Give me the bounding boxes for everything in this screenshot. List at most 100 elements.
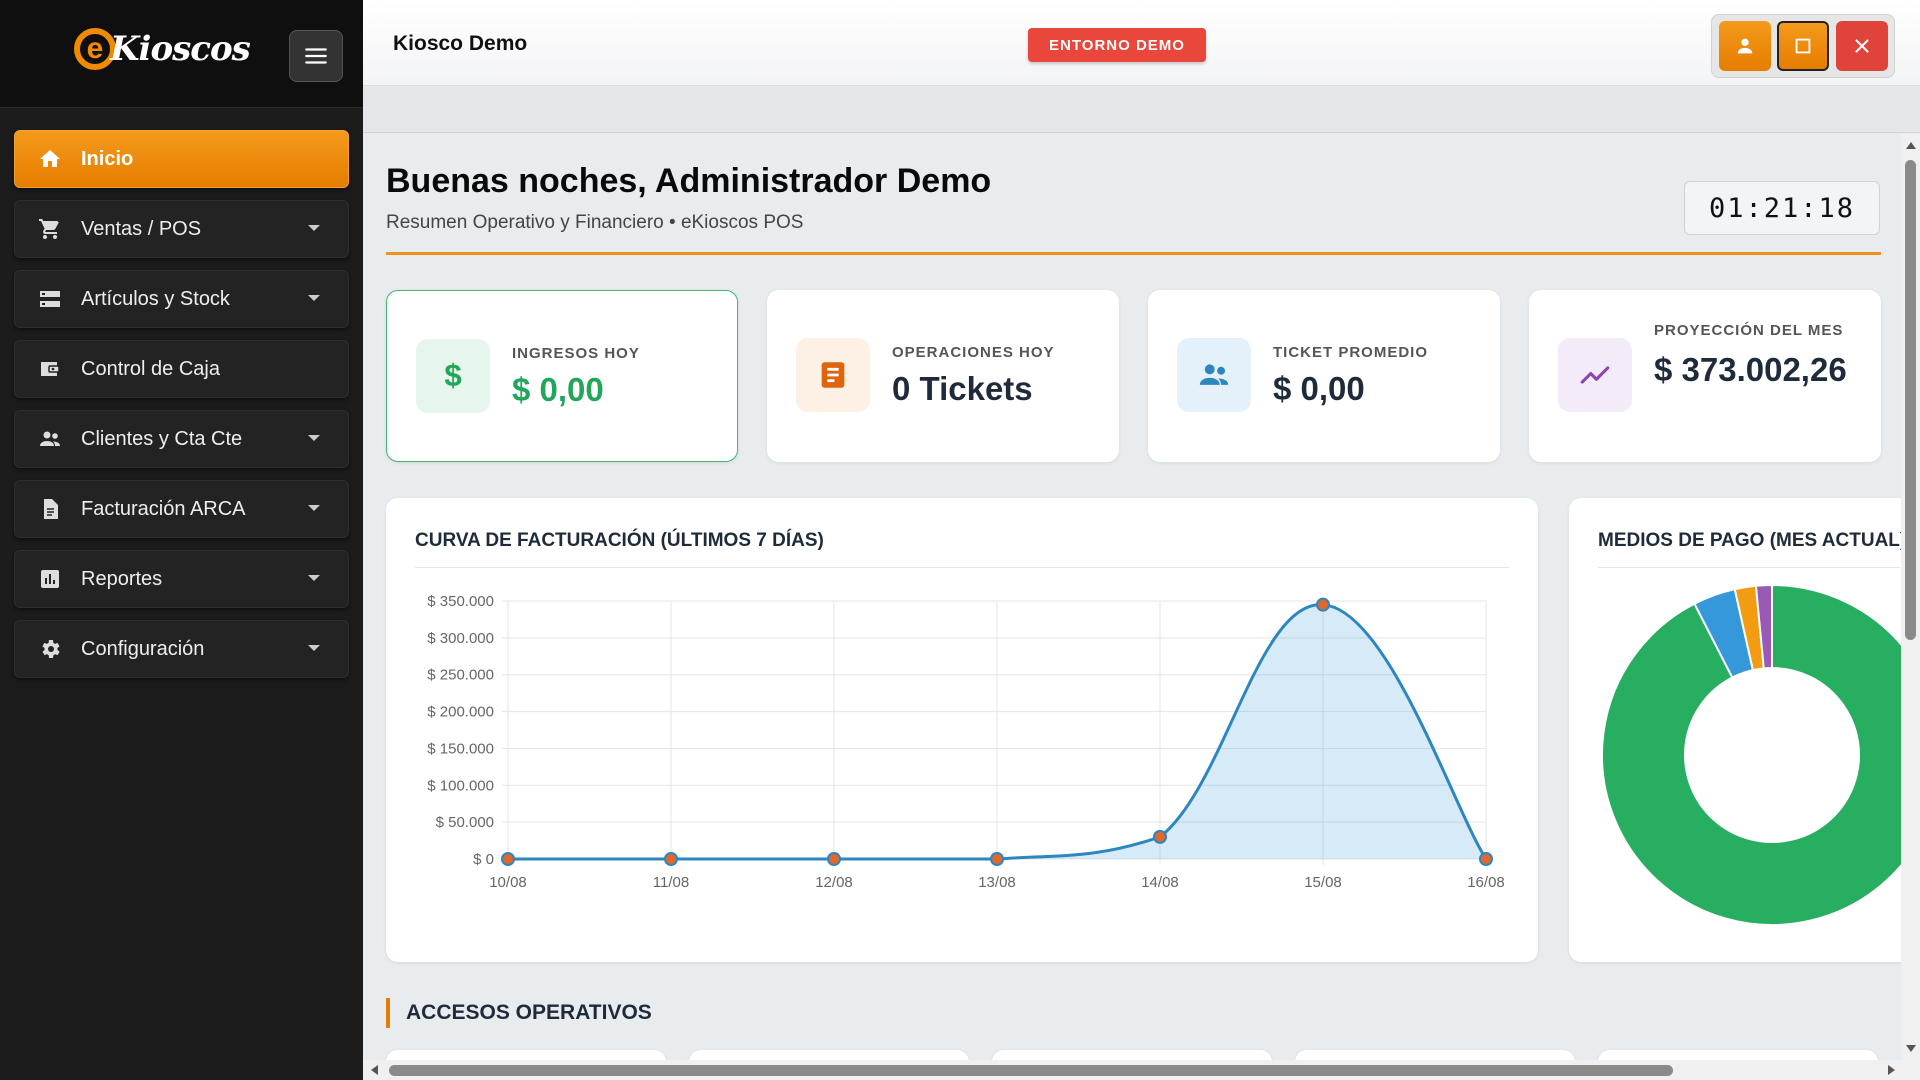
sidebar-item-facturacion[interactable]: Facturación ARCA (14, 480, 349, 538)
maximize-icon (1795, 38, 1811, 54)
access-card[interactable] (689, 1050, 969, 1060)
x-tick-label: 10/08 (489, 874, 527, 891)
section-title-accesos: ACCESOS OPERATIVOS (386, 998, 652, 1028)
sidebar-header: e Kioscos (0, 0, 363, 108)
kpi-value: 0 Tickets (892, 370, 1033, 407)
kpi-value: $ 373.002,26 (1654, 351, 1847, 388)
page-title: Buenas noches, Administrador Demo (386, 162, 992, 200)
sidebar-item-reportes[interactable]: Reportes (14, 550, 349, 608)
x-tick-label: 14/08 (1141, 874, 1179, 891)
store-name: Kiosco Demo (393, 32, 528, 55)
cart-icon (37, 216, 63, 242)
sidebar-item-label: Inicio (81, 147, 134, 170)
gear-icon (37, 636, 63, 662)
main-content: Buenas noches, Administrador Demo Resume… (363, 134, 1901, 1060)
data-point (501, 852, 515, 866)
billing-chart-card: CURVA DE FACTURACIÓN (ÚLTIMOS 7 DÍAS) $ … (386, 498, 1538, 962)
vertical-scrollbar[interactable] (1901, 134, 1920, 1060)
scroll-down-icon[interactable] (1906, 1045, 1916, 1052)
kpi-card-operaciones: Operaciones Hoy 0 Tickets (767, 290, 1119, 462)
people-icon (37, 426, 63, 452)
sidebar-item-label: Facturación ARCA (81, 497, 246, 520)
maximize-button[interactable] (1777, 21, 1829, 71)
data-point (1316, 597, 1330, 612)
sidebar-item-caja[interactable]: Control de Caja (14, 340, 349, 398)
y-tick-label: $ 150.000 (427, 740, 494, 757)
svg-text:$: $ (444, 359, 461, 393)
access-card[interactable] (992, 1050, 1272, 1060)
user-icon (1737, 38, 1752, 54)
sidebar-item-label: Control de Caja (81, 357, 220, 380)
scroll-up-icon[interactable] (1906, 142, 1916, 149)
close-button[interactable] (1835, 21, 1888, 71)
kpi-value: $ 0,00 (1273, 370, 1365, 407)
chevron-down-icon (308, 225, 320, 231)
scroll-left-icon[interactable] (371, 1065, 378, 1075)
x-tick-label: 15/08 (1304, 874, 1342, 891)
access-card[interactable] (1295, 1050, 1575, 1060)
access-card[interactable] (386, 1050, 666, 1060)
y-tick-label: $ 250.000 (427, 667, 494, 684)
sidebar-item-clientes[interactable]: Clientes y Cta Cte (14, 410, 349, 468)
sidebar-item-inicio[interactable]: Inicio (14, 130, 349, 188)
kpi-card-ticket-promedio: Ticket Promedio $ 0,00 (1148, 290, 1500, 462)
sidebar-item-ventas[interactable]: Ventas / POS (14, 200, 349, 258)
sidebar-item-label: Ventas / POS (81, 217, 202, 240)
dollar-icon: $ (416, 339, 490, 413)
x-tick-label: 16/08 (1467, 874, 1505, 891)
top-bar: Kiosco Demo ENTORNO DEMO (363, 0, 1920, 86)
x-tick-label: 11/08 (653, 874, 689, 891)
payment-methods-card: MEDIOS DE PAGO (MES ACTUAL) (1569, 498, 1901, 962)
scroll-right-icon[interactable] (1888, 1065, 1895, 1075)
logo-text: Kioscos (110, 29, 251, 69)
data-point (1153, 829, 1167, 844)
sidebar-item-label: Configuración (81, 637, 205, 660)
cashbox-icon (37, 356, 63, 382)
home-icon (37, 146, 63, 172)
window-controls (1711, 14, 1895, 78)
kpi-label: Ticket Promedio (1273, 344, 1429, 361)
sidebar-item-label: Reportes (81, 567, 163, 590)
y-tick-label: $ 100.000 (427, 777, 494, 794)
scrollbar-thumb[interactable] (1905, 160, 1916, 640)
y-tick-label: $ 200.000 (427, 704, 494, 721)
data-point (1479, 852, 1493, 866)
sidebar-item-configuracion[interactable]: Configuración (14, 620, 349, 678)
kpi-card-proyeccion: Proyección del Mes $ 373.002,26 (1529, 290, 1881, 462)
scrollbar-thumb[interactable] (389, 1065, 1673, 1076)
y-tick-label: $ 300.000 (427, 630, 494, 647)
header-divider (386, 252, 1881, 255)
user-button[interactable] (1718, 21, 1771, 71)
page-subtitle: Resumen Operativo y Financiero • eKiosco… (386, 212, 804, 233)
kpi-label: Ingresos Hoy (512, 345, 640, 362)
kpi-label: Operaciones Hoy (892, 344, 1055, 361)
demo-environment-badge: ENTORNO DEMO (1028, 28, 1206, 62)
kpi-label: Proyección del Mes (1654, 322, 1844, 339)
y-tick-label: $ 0 (473, 851, 494, 868)
chevron-down-icon (308, 645, 320, 651)
clock-display: 01:21:18 (1684, 181, 1880, 235)
data-point (990, 852, 1004, 866)
kpi-value: $ 0,00 (512, 371, 604, 408)
bar-chart-icon (37, 566, 63, 592)
y-tick-label: $ 50.000 (436, 814, 494, 831)
hamburger-menu-button[interactable] (289, 30, 343, 82)
x-tick-label: 13/08 (978, 874, 1016, 891)
trend-icon (1558, 338, 1632, 412)
hamburger-icon (305, 48, 327, 64)
sub-toolbar (363, 87, 1920, 133)
y-tick-label: $ 350.000 (427, 593, 494, 610)
chevron-down-icon (308, 295, 320, 301)
close-icon (1854, 39, 1869, 53)
chevron-down-icon (308, 505, 320, 511)
payment-methods-donut-chart (1601, 583, 1901, 926)
billing-line-chart: $ 0 $ 50.000 $ 100.000 $ 150.000 $ 200.000 $ … (427, 593, 1505, 891)
receipt-icon (796, 338, 870, 412)
sidebar-item-articulos[interactable]: Artículos y Stock (14, 270, 349, 328)
app-logo[interactable]: e Kioscos (74, 28, 251, 70)
data-point (827, 852, 841, 866)
chevron-down-icon (308, 435, 320, 441)
access-card[interactable] (1598, 1050, 1878, 1060)
kpi-card-ingresos: $ Ingresos Hoy $ 0,00 (386, 290, 738, 462)
horizontal-scrollbar[interactable] (363, 1060, 1901, 1080)
